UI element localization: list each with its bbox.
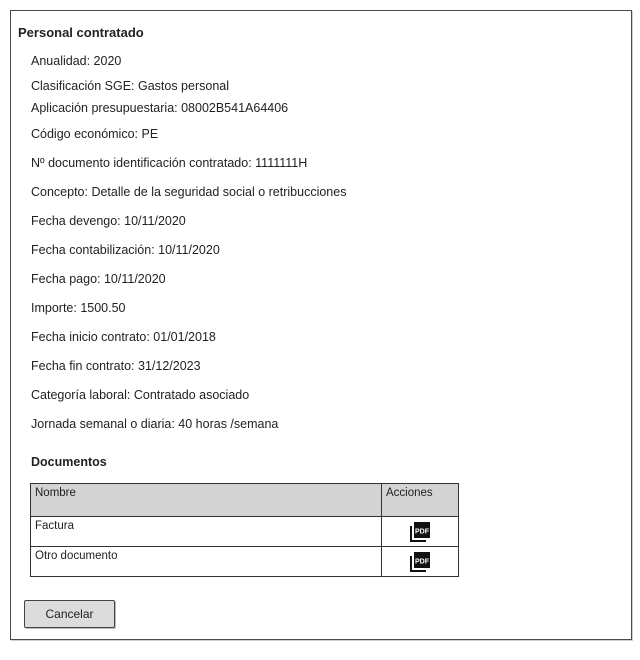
actions-cell: PDF [381,546,459,577]
column-header-nombre: Nombre [30,483,382,517]
field-fecha-fin-contrato: Fecha fin contrato: 31/12/2023 [31,359,201,373]
table-row: Otro documento PDF [30,546,459,577]
documents-heading: Documentos [31,455,107,469]
documents-table: Nombre Acciones Factura PDF Otro documen… [30,483,459,577]
pdf-icon[interactable]: PDF [409,551,431,573]
field-aplicacion-presupuestaria: Aplicación presupuestaria: 08002B541A644… [31,101,289,115]
field-fecha-contabilizacion: Fecha contabilización: 10/11/2020 [31,243,220,257]
field-fecha-pago: Fecha pago: 10/11/2020 [31,272,166,286]
column-header-acciones: Acciones [381,483,459,517]
field-fecha-inicio-contrato: Fecha inicio contrato: 01/01/2018 [31,330,216,344]
field-concepto: Concepto: Detalle de la seguridad social… [31,185,347,199]
field-anualidad: Anualidad: 2020 [31,54,122,68]
field-fecha-devengo: Fecha devengo: 10/11/2020 [31,214,186,228]
document-name: Factura [30,516,382,547]
field-documento-identificacion: Nº documento identificación contratado: … [31,156,308,170]
pdf-icon-label: PDF [415,558,430,565]
field-codigo-economico: Código económico: PE [31,127,159,141]
field-clasificacion-sge: Clasificación SGE: Gastos personal [31,79,230,93]
document-name: Otro documento [30,546,382,577]
field-categoria-laboral: Categoría laboral: Contratado asociado [31,388,250,402]
table-row: Factura PDF [30,516,459,547]
field-importe: Importe: 1500.50 [31,301,126,315]
personal-contratado-panel: Personal contratado Anualidad: 2020 Clas… [10,10,632,640]
table-header-row: Nombre Acciones [30,483,459,517]
actions-cell: PDF [381,516,459,547]
field-jornada: Jornada semanal o diaria: 40 horas /sema… [31,417,279,431]
cancel-button[interactable]: Cancelar [24,600,115,628]
pdf-icon-label: PDF [415,528,430,535]
panel-title: Personal contratado [18,25,144,40]
pdf-icon[interactable]: PDF [409,521,431,543]
